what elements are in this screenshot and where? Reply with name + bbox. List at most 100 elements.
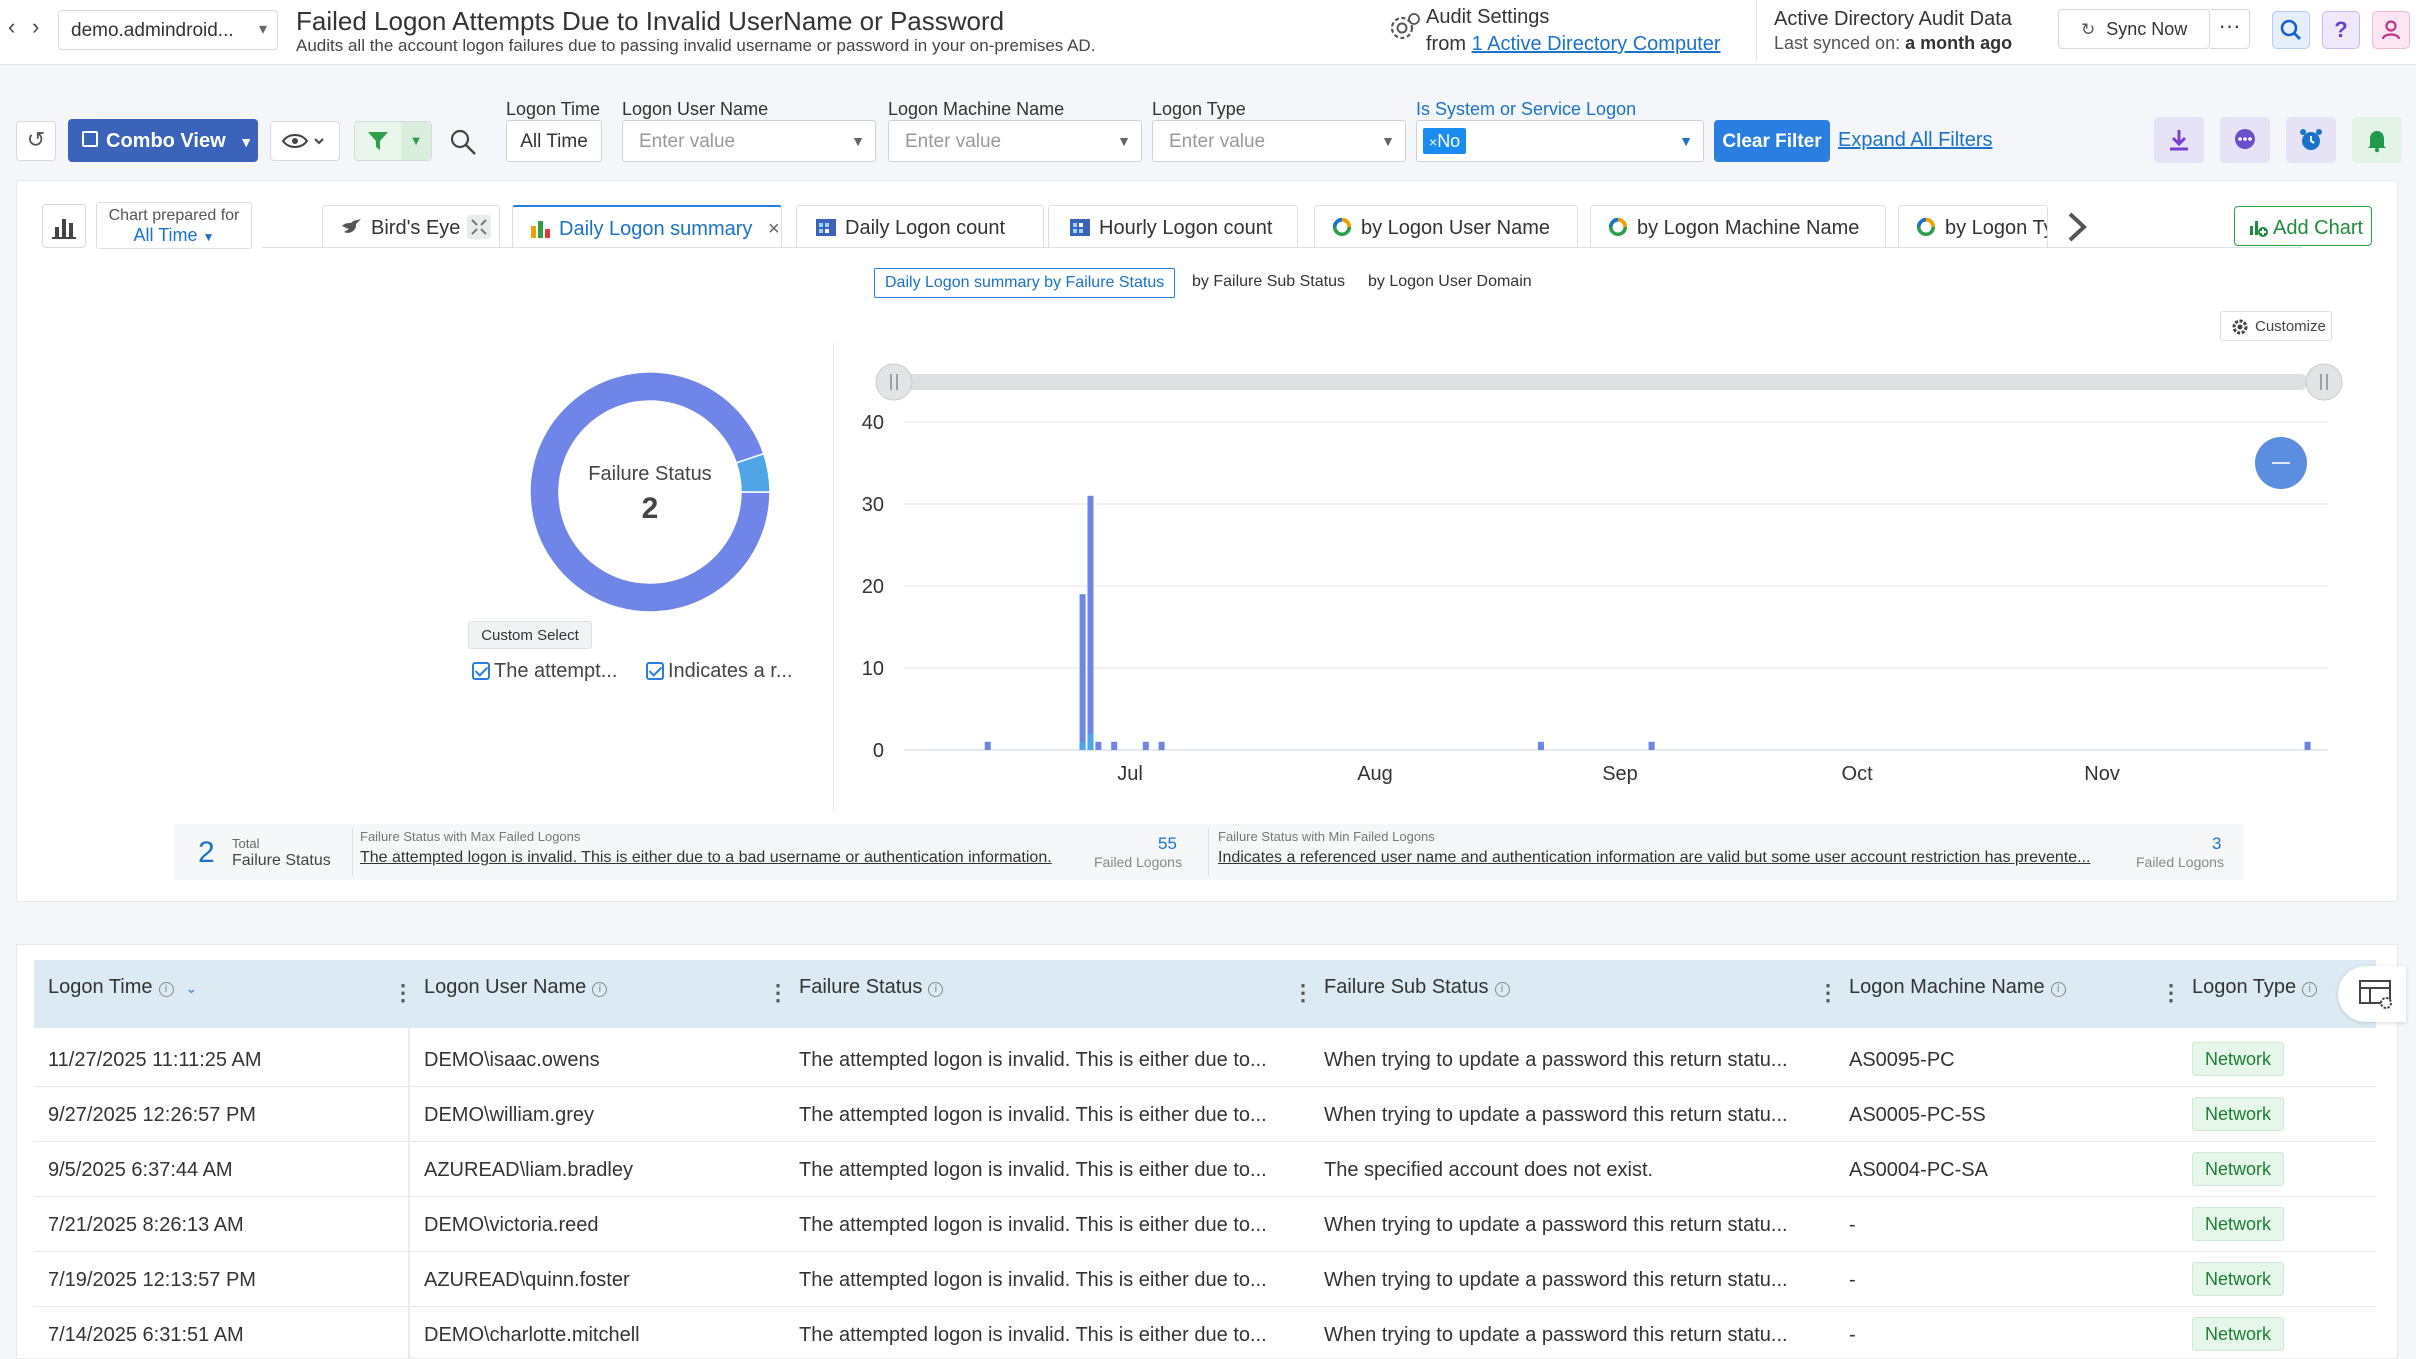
column-menu-icon[interactable]: ⋮ — [1817, 980, 1839, 1006]
customize-button[interactable]: Customize — [2220, 311, 2332, 341]
checkbox-checked-icon[interactable] — [646, 662, 664, 680]
column-menu-icon[interactable]: ⋮ — [767, 980, 789, 1006]
column-menu-icon[interactable]: ⋮ — [2160, 980, 2182, 1006]
cell-logon-user-name[interactable]: DEMO\william.grey — [424, 1104, 594, 1127]
tab-birds-eye[interactable]: Bird's Eye — [322, 205, 500, 247]
bar[interactable] — [1111, 741, 1118, 750]
close-icon[interactable]: × — [768, 218, 780, 240]
bell-icon[interactable] — [2352, 117, 2402, 163]
search-icon[interactable] — [2272, 11, 2310, 49]
chart-type-button[interactable] — [42, 204, 86, 248]
column-settings-button[interactable] — [2338, 966, 2406, 1022]
tab-daily-logon-summary[interactable]: Daily Logon summary × — [512, 205, 782, 247]
expand-all-filters-link[interactable]: Expand All Filters — [1838, 129, 1993, 152]
cell-logon-user-name[interactable]: DEMO\victoria.reed — [424, 1214, 599, 1237]
table-settings-icon — [2359, 980, 2392, 1009]
bar[interactable] — [1087, 495, 1094, 750]
legend-item-attempted[interactable]: The attempt... — [472, 660, 617, 683]
subtab-failure-sub-status[interactable]: by Failure Sub Status — [1182, 268, 1355, 298]
table-row[interactable]: 7/21/2025 8:26:13 AM DEMO\victoria.reed … — [34, 1197, 2376, 1252]
max-failed-text[interactable]: The attempted logon is invalid. This is … — [360, 849, 1052, 867]
logon-machine-input[interactable]: Enter value ▼ — [888, 120, 1142, 162]
close-icon[interactable]: × — [1429, 134, 1437, 150]
filter-toggle-button[interactable]: ▼ — [354, 121, 432, 161]
audit-source-link[interactable]: 1 Active Directory Computer — [1472, 33, 1721, 55]
subtab-failure-status[interactable]: Daily Logon summary by Failure Status — [874, 268, 1176, 298]
column-menu-icon[interactable]: ⋮ — [392, 980, 414, 1006]
tab-by-logon-machine-name[interactable]: by Logon Machine Name — [1590, 205, 1886, 247]
legend-item-indicates[interactable]: Indicates a r... — [646, 660, 793, 683]
range-slider-left-handle[interactable] — [875, 363, 913, 401]
alarm-clock-icon[interactable] — [2286, 117, 2336, 163]
cell-logon-user-name[interactable]: AZUREAD\quinn.foster — [424, 1269, 630, 1292]
column-header-logon-user-name[interactable]: Logon User Name i — [424, 976, 608, 999]
gear-icon[interactable] — [1386, 11, 1422, 45]
clear-filter-button[interactable]: Clear Filter — [1714, 120, 1830, 162]
cell-logon-user-name[interactable]: AZUREAD\liam.bradley — [424, 1159, 633, 1182]
reset-icon[interactable]: ↺ — [16, 121, 56, 161]
tab-by-logon-user-name[interactable]: by Logon User Name — [1314, 205, 1578, 247]
bar[interactable] — [1158, 741, 1165, 750]
logon-user-input[interactable]: Enter value ▼ — [622, 120, 876, 162]
info-icon[interactable]: i — [1494, 982, 1510, 997]
range-slider-track[interactable] — [890, 374, 2308, 390]
add-chart-button[interactable]: Add Chart — [2234, 206, 2372, 246]
checkbox-checked-icon[interactable] — [472, 662, 490, 680]
info-icon[interactable]: i — [928, 982, 944, 997]
bar[interactable] — [1537, 741, 1544, 750]
column-header-logon-type[interactable]: Logon Type i — [2192, 976, 2318, 999]
range-slider-right-handle[interactable] — [2305, 363, 2343, 401]
info-icon[interactable]: i — [592, 982, 608, 997]
info-icon[interactable]: i — [2302, 982, 2318, 997]
combo-view-button[interactable]: Combo View ▼ — [68, 119, 258, 162]
min-failed-text[interactable]: Indicates a referenced user name and aut… — [1218, 849, 2091, 867]
user-settings-icon[interactable] — [2372, 11, 2410, 49]
bar[interactable] — [1079, 741, 1086, 750]
bar[interactable] — [1087, 733, 1094, 750]
tab-hourly-logon-count[interactable]: Hourly Logon count — [1048, 205, 1298, 247]
help-icon[interactable]: ? — [2322, 11, 2360, 49]
visibility-button[interactable] — [270, 121, 340, 161]
column-header-failure-status[interactable]: Failure Status i — [799, 976, 944, 999]
sort-desc-icon[interactable]: ⌄ — [186, 980, 198, 996]
system-logon-filter[interactable]: ×No ▼ — [1416, 120, 1704, 162]
column-menu-icon[interactable]: ⋮ — [1292, 980, 1314, 1006]
bar[interactable] — [1079, 594, 1086, 750]
info-icon[interactable]: i — [2050, 982, 2066, 997]
chart-prepared-selector[interactable]: Chart prepared for All Time ▼ — [96, 202, 252, 249]
bar[interactable] — [1142, 741, 1149, 750]
back-arrow-icon[interactable]: ‹ — [8, 14, 15, 40]
filter-chip-no[interactable]: ×No — [1423, 128, 1467, 154]
bar[interactable] — [1648, 741, 1655, 750]
expand-icon[interactable] — [467, 215, 491, 239]
info-icon[interactable]: i — [158, 982, 174, 997]
table-row[interactable]: 11/27/2025 11:11:25 AM DEMO\isaac.owens … — [34, 1032, 2376, 1087]
table-row[interactable]: 9/27/2025 12:26:57 PM DEMO\william.grey … — [34, 1087, 2376, 1142]
bar[interactable] — [1095, 741, 1102, 750]
custom-select-button[interactable]: Custom Select — [468, 621, 592, 649]
cell-logon-user-name[interactable]: DEMO\isaac.owens — [424, 1049, 600, 1072]
download-icon[interactable] — [2154, 117, 2204, 163]
chevron-right-icon[interactable] — [2062, 210, 2092, 244]
cell-logon-user-name[interactable]: DEMO\charlotte.mitchell — [424, 1324, 640, 1347]
table-row[interactable]: 9/5/2025 6:37:44 AM AZUREAD\liam.bradley… — [34, 1142, 2376, 1197]
table-row[interactable]: 7/14/2025 6:31:51 AM DEMO\charlotte.mitc… — [34, 1307, 2376, 1359]
tab-daily-logon-count[interactable]: Daily Logon count — [796, 205, 1044, 247]
tenant-selector[interactable]: demo.admindroid... ▾ — [58, 10, 278, 50]
logon-time-filter[interactable]: All Time — [506, 120, 602, 162]
chat-icon[interactable] — [2220, 117, 2270, 163]
bar[interactable] — [2304, 741, 2311, 750]
column-header-failure-sub-status[interactable]: Failure Sub Status i — [1324, 976, 1510, 999]
zoom-out-button[interactable] — [2255, 437, 2307, 489]
sync-now-button[interactable]: ↻ Sync Now — [2058, 9, 2210, 49]
tab-by-logon-type[interactable]: by Logon Ty — [1898, 205, 2048, 247]
forward-arrow-icon[interactable]: › — [32, 14, 39, 40]
subtab-logon-user-domain[interactable]: by Logon User Domain — [1358, 268, 1542, 298]
bar[interactable] — [984, 741, 991, 750]
table-row[interactable]: 7/19/2025 12:13:57 PM AZUREAD\quinn.fost… — [34, 1252, 2376, 1307]
column-header-logon-machine-name[interactable]: Logon Machine Name i — [1849, 976, 2066, 999]
search-icon[interactable] — [448, 127, 478, 157]
more-options-button[interactable]: ··· — [2210, 9, 2250, 49]
column-header-logon-time[interactable]: Logon Time i ⌄ — [48, 976, 197, 999]
logon-type-input[interactable]: Enter value ▼ — [1152, 120, 1406, 162]
